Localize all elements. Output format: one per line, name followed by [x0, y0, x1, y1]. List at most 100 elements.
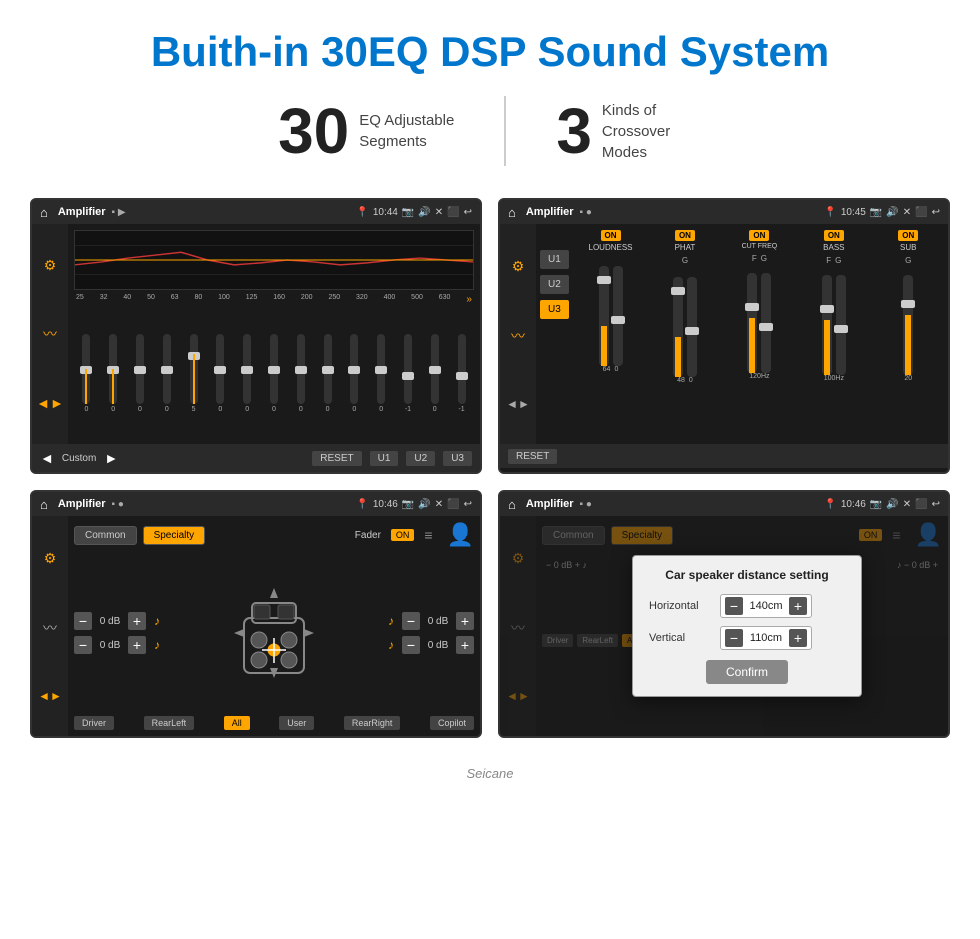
db-plus-3[interactable]: + — [456, 636, 474, 654]
sub-sliders[interactable] — [903, 265, 913, 375]
eq-main: 25 32 40 50 63 80 100 125 160 200 250 32… — [68, 224, 480, 444]
eq-vol-icon[interactable]: ◄► — [36, 395, 64, 411]
common-mode-btn[interactable]: Common — [74, 526, 137, 545]
rearright-btn[interactable]: RearRight — [344, 716, 401, 730]
u1-crossover-btn[interactable]: U1 — [540, 250, 569, 269]
eq-slider-2[interactable]: 0 — [128, 334, 153, 413]
bass-name: BASS — [823, 243, 844, 252]
tune-icon-2[interactable]: ⚙ — [512, 258, 525, 275]
eq-graph-svg — [75, 231, 473, 289]
eq-slider-6[interactable]: 0 — [235, 334, 260, 413]
play-icons-1: ▪ ▶ — [112, 207, 126, 218]
eq-slider-5[interactable]: 0 — [208, 334, 233, 413]
eq-wave-icon[interactable]: 〰 — [43, 324, 57, 344]
db-minus-1[interactable]: − — [74, 636, 92, 654]
status-bar-4: ⌂ Amplifier ▪ ● 📍 10:46 📷 🔊 ✕ ⬛ ↩ — [500, 492, 948, 516]
eq-tune-icon[interactable]: ⚙ — [44, 257, 57, 274]
horizontal-plus-btn[interactable]: + — [789, 597, 807, 615]
db-val-3: 0 dB — [424, 640, 452, 651]
time-3: 10:46 — [373, 499, 398, 510]
eq-slider-11[interactable]: 0 — [369, 334, 394, 413]
eq-slider-13[interactable]: 0 — [422, 334, 447, 413]
channel-phat: ON PHAT G 48 — [649, 230, 720, 438]
eq-bottom-bar: ◄ Custom ► RESET U1 U2 U3 — [32, 444, 480, 472]
freq-label-7: 125 — [246, 294, 258, 305]
person-icon[interactable]: 👤 — [447, 522, 474, 548]
home-icon-3[interactable]: ⌂ — [40, 497, 48, 512]
u3-btn[interactable]: U3 — [443, 451, 472, 466]
prev-arrow[interactable]: ◄ — [40, 450, 54, 466]
phat-sliders[interactable] — [673, 267, 697, 377]
home-icon-1[interactable]: ⌂ — [40, 205, 48, 220]
eq-slider-0[interactable]: 0 — [74, 334, 99, 413]
eq-slider-14[interactable]: -1 — [449, 334, 474, 413]
vertical-minus-btn[interactable]: − — [725, 629, 743, 647]
u1-btn[interactable]: U1 — [370, 451, 399, 466]
page-title: Buith-in 30EQ DSP Sound System — [0, 0, 980, 94]
tune-icon-3[interactable]: ⚙ — [44, 550, 57, 567]
specialty-top-row: Common Specialty Fader ON ≡ 👤 — [74, 522, 474, 548]
home-icon-4[interactable]: ⌂ — [508, 497, 516, 512]
app-name-1: Amplifier — [58, 206, 106, 218]
confirm-button[interactable]: Confirm — [706, 660, 788, 684]
fader-slider-icon[interactable]: ≡ — [424, 527, 432, 543]
eq-slider-3[interactable]: 0 — [154, 334, 179, 413]
u2-btn[interactable]: U2 — [406, 451, 435, 466]
cutfreq-sliders[interactable] — [747, 263, 771, 373]
copilot-btn[interactable]: Copilot — [430, 716, 474, 730]
freq-label-10: 250 — [328, 294, 340, 305]
screens-grid: ⌂ Amplifier ▪ ▶ 📍 10:44 📷 🔊 ✕ ⬛ ↩ ⚙ 〰 ◄► — [0, 198, 980, 758]
user-btn[interactable]: User — [279, 716, 314, 730]
eq-slider-10[interactable]: 0 — [342, 334, 367, 413]
horizontal-input-group: − 140cm + — [720, 594, 812, 618]
screen4-body: ⚙ 〰 ◄► Common Specialty ON ≡ 👤 — [500, 516, 948, 736]
rearleft-btn[interactable]: RearLeft — [144, 716, 195, 730]
stat-eq-number: 30 — [278, 94, 349, 168]
db-minus-3[interactable]: − — [402, 636, 420, 654]
expand-arrow[interactable]: » — [466, 294, 472, 305]
crossover-channels: ON LOUDNESS 64 — [575, 230, 944, 438]
stat-crossover-number: 3 — [556, 94, 592, 168]
specialty-bottom: Driver RearLeft All User RearRight Copil… — [74, 716, 474, 730]
eq-slider-4[interactable]: 5 — [181, 334, 206, 413]
db-minus-2[interactable]: − — [402, 612, 420, 630]
next-arrow[interactable]: ► — [104, 450, 118, 466]
reset-btn[interactable]: RESET — [312, 451, 361, 466]
channel-sub: ON SUB G 20 — [873, 230, 944, 438]
location-icon-4: 📍 — [824, 499, 836, 510]
db-minus-0[interactable]: − — [74, 612, 92, 630]
u2-crossover-btn[interactable]: U2 — [540, 275, 569, 294]
db-val-1: 0 dB — [96, 640, 124, 651]
bass-sliders[interactable] — [822, 265, 846, 375]
horizontal-row: Horizontal − 140cm + — [649, 594, 845, 618]
u3-crossover-btn[interactable]: U3 — [540, 300, 569, 319]
freq-label-5: 80 — [194, 294, 202, 305]
specialty-mode-btn[interactable]: Specialty — [143, 526, 206, 545]
db-val-0: 0 dB — [96, 616, 124, 627]
home-icon-2[interactable]: ⌂ — [508, 205, 516, 220]
wave-icon-2[interactable]: 〰 — [511, 326, 525, 346]
all-btn[interactable]: All — [224, 716, 250, 730]
driver-btn[interactable]: Driver — [74, 716, 114, 730]
eq-slider-12[interactable]: -1 — [396, 334, 421, 413]
wave-icon-3[interactable]: 〰 — [43, 618, 57, 638]
eq-slider-1[interactable]: 0 — [101, 334, 126, 413]
freq-label-8: 160 — [273, 294, 285, 305]
loudness-sliders[interactable] — [599, 256, 623, 366]
eq-slider-7[interactable]: 0 — [262, 334, 287, 413]
vertical-label: Vertical — [649, 632, 714, 644]
vol-icon-3[interactable]: ◄► — [38, 689, 62, 703]
vertical-plus-btn[interactable]: + — [789, 629, 807, 647]
eq-slider-8[interactable]: 0 — [288, 334, 313, 413]
db-row-1: − 0 dB + ♪ — [74, 636, 160, 654]
db-plus-2[interactable]: + — [456, 612, 474, 630]
eq-slider-9[interactable]: 0 — [315, 334, 340, 413]
camera-icon-1: 📷 — [402, 207, 414, 218]
db-plus-0[interactable]: + — [128, 612, 146, 630]
reset-crossover-btn[interactable]: RESET — [508, 449, 557, 464]
horizontal-minus-btn[interactable]: − — [725, 597, 743, 615]
db-plus-1[interactable]: + — [128, 636, 146, 654]
volume-icon-3: 🔊 — [418, 499, 430, 510]
vol-icon-2[interactable]: ◄► — [506, 397, 530, 411]
left-controls: − 0 dB + ♪ − 0 dB + ♪ — [74, 556, 160, 710]
